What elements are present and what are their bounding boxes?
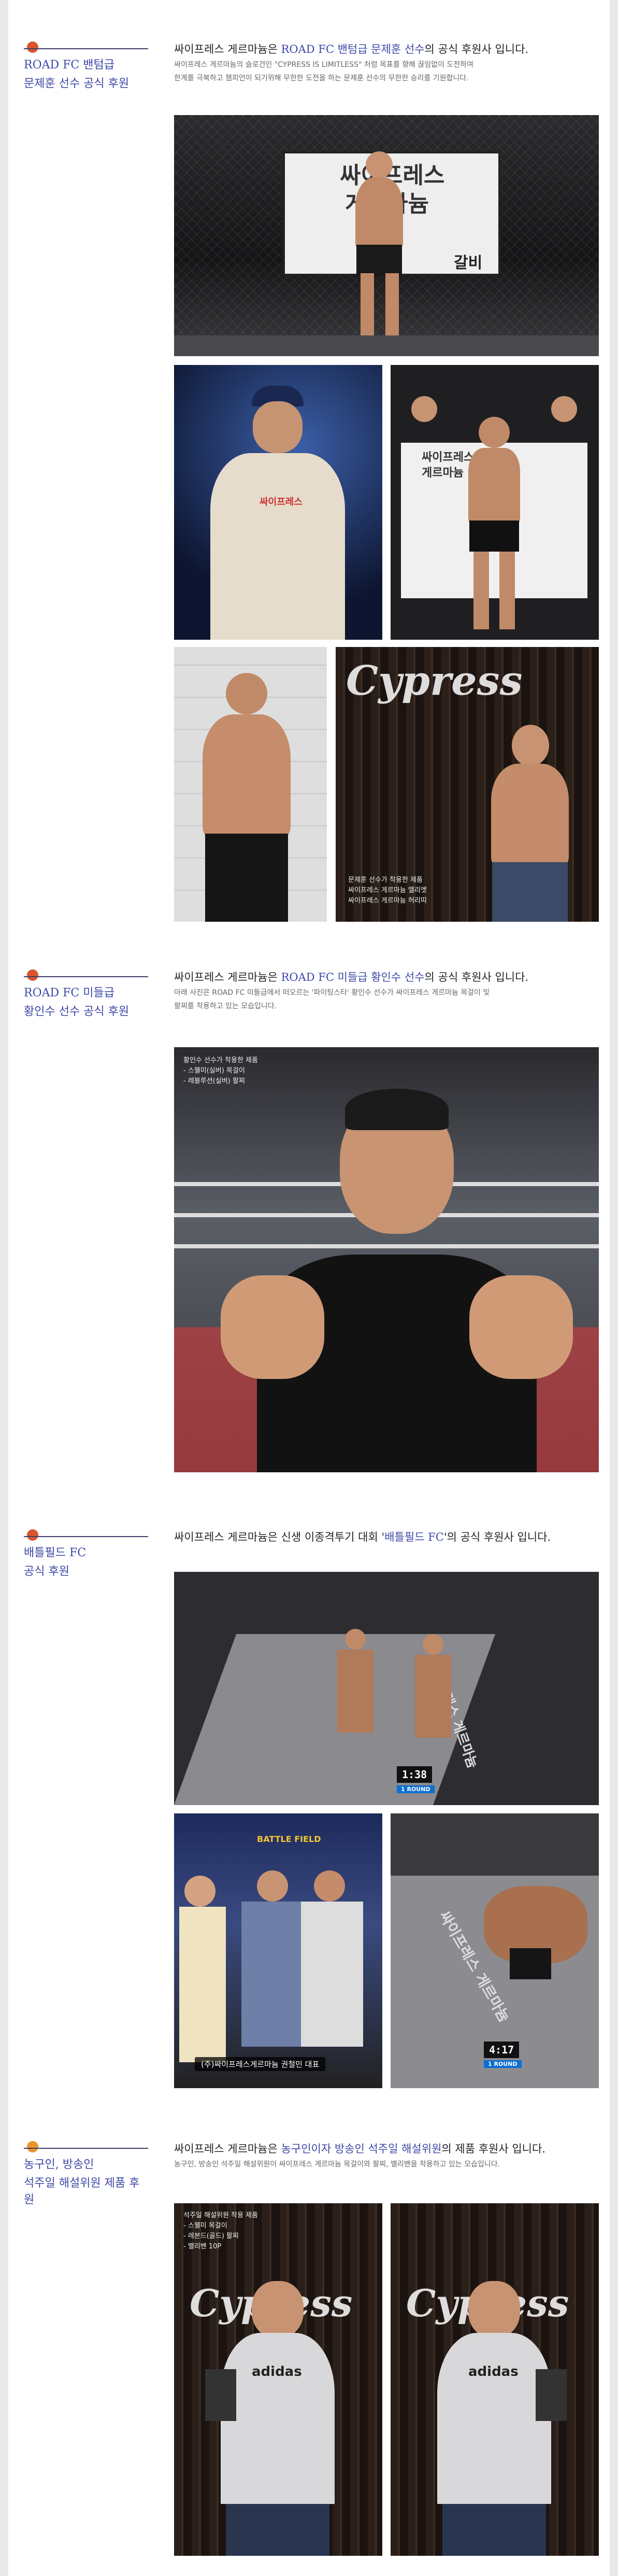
shirt-brand: adidas <box>468 2364 519 2380</box>
cypress-logo: Cypress <box>346 657 523 705</box>
side-title: 배틀필드 FC <box>24 1546 87 1559</box>
photo-cage-main: 싸이프레스 게르마늄 갈비 <box>174 115 599 356</box>
banner-text: 갈비 <box>454 254 483 272</box>
photo-pose-left <box>174 647 327 922</box>
headline: 싸이프레스 게르마늄은 농구인이자 방송인 석주일 해설위원의 제품 후원사 입… <box>174 2143 545 2155</box>
photo-ceremony: BATTLE FIELD (주)싸이프레스게르마늄 권철민 대표 <box>174 1813 382 2088</box>
sidebar-label: 농구인, 방송인 석주일 해설위원 제품 후원 <box>24 2141 148 2208</box>
product-caption: 문제훈 선수가 착용한 제품 싸이프레스 게르마늄 엘리엣 싸이프레스 게르마늄… <box>348 876 427 905</box>
main-content: 싸이프레스 게르마늄은 ROAD FC 미들급 황인수 선수의 공식 후원사 입… <box>174 969 599 1012</box>
page: ROAD FC 밴텀급 문제훈 선수 공식 후원 싸이프레스 게르마늄은 ROA… <box>8 0 610 2576</box>
round-label: 1 ROUND <box>397 1785 435 1793</box>
side-subtitle: 황인수 선수 공식 후원 <box>24 1005 130 1018</box>
shirt-brand: adidas <box>252 2364 302 2380</box>
fight-timer: 1:38 <box>397 1766 433 1783</box>
photo-cypress-wall: Cypress 문제훈 선수가 착용한 제품 싸이프레스 게르마늄 엘리엣 싸이… <box>336 647 599 922</box>
description-line: 싸이프레스 게르마늄의 슬로건인 "CYPRESS IS LIMITLESS" … <box>174 61 473 69</box>
glove-icon <box>24 1529 148 1543</box>
section-hwang-insu: ROAD FC 미들급 황인수 선수 공식 후원 싸이프레스 게르마늄은 ROA… <box>8 969 610 1488</box>
description-line: 농구인, 방송인 석주일 해설위원이 싸이프레스 게르마늄 목걸이와 팔찌, 밸… <box>174 2160 500 2169</box>
side-subtitle: 석주일 해설위원 제품 후원 <box>24 2177 140 2206</box>
main-content: 싸이프레스 게르마늄은 신생 이종격투기 대회 '배틀필드 FC'의 공식 후원… <box>174 1529 599 1545</box>
description-line: 팔찌를 착용하고 있는 모습입니다. <box>174 1002 277 1010</box>
banner-text: 싸이프레스 <box>422 451 475 464</box>
photo-banner-pose: 싸이프레스 게르마늄 <box>391 365 599 640</box>
photo-fight-cage: 싸이프레스 게르마늄 1:38 1 ROUND <box>174 1572 599 1805</box>
photo-gym-selfie: 황인수 선수가 착용한 제품 - 스웰미(실버) 목걸이 - 레볼루션(실버) … <box>174 1047 599 1472</box>
photo-walkout: 싸이프레스 <box>174 365 382 640</box>
side-title: 농구인, 방송인 <box>24 2158 94 2171</box>
side-subtitle: 문제훈 선수 공식 후원 <box>24 77 130 90</box>
side-title: ROAD FC 미들급 <box>24 987 114 1000</box>
section-moon-jehun: ROAD FC 밴텀급 문제훈 선수 공식 후원 싸이프레스 게르마늄은 ROA… <box>8 41 610 923</box>
main-content: 싸이프레스 게르마늄은 ROAD FC 밴텀급 문제훈 선수의 공식 후원사 입… <box>174 41 599 84</box>
sidebar-label: 배틀필드 FC 공식 후원 <box>24 1529 148 1580</box>
side-subtitle: 공식 후원 <box>24 1565 69 1578</box>
description-line: 아래 사진은 ROAD FC 미들급에서 떠오르는 '파이팅스타' 황인수 선수… <box>174 989 490 997</box>
product-caption: 석주일 해설위원 착용 제품 - 스웰미 목걸이 - 레본드(골드) 팔찌 - … <box>183 2212 258 2250</box>
basketball-icon <box>24 2141 148 2155</box>
banner-caption: (주)싸이프레스게르마늄 권철민 대표 <box>195 2057 326 2071</box>
banner-text: 게르마늄 <box>422 467 464 480</box>
photo-ground-fight: 싸이프레스 게르마늄 4:17 1 ROUND <box>391 1813 599 2088</box>
headline: 싸이프레스 게르마늄은 ROAD FC 미들급 황인수 선수의 공식 후원사 입… <box>174 971 529 983</box>
section-seok-juil: 농구인, 방송인 석주일 해설위원 제품 후원 싸이프레스 게르마늄은 농구인이… <box>8 2141 610 2571</box>
headline: 싸이프레스 게르마늄은 ROAD FC 밴텀급 문제훈 선수의 공식 후원사 입… <box>174 43 529 55</box>
description-line: 한계를 극복하고 챔피언이 되기위해 무한한 도전을 하는 문제훈 선수의 무한… <box>174 74 469 82</box>
shirt-text: 싸이프레스 <box>260 497 303 508</box>
round-label: 1 ROUND <box>484 2060 522 2068</box>
photo-seok-right: Cypress adidas <box>391 2203 599 2556</box>
event-brand: BATTLE FIELD <box>257 1834 321 1844</box>
main-content: 싸이프레스 게르마늄은 농구인이자 방송인 석주일 해설위원의 제품 후원사 입… <box>174 2141 599 2170</box>
section-battlefield-fc: 배틀필드 FC 공식 후원 싸이프레스 게르마늄은 신생 이종격투기 대회 '배… <box>8 1529 610 2100</box>
headline: 싸이프레스 게르마늄은 신생 이종격투기 대회 '배틀필드 FC'의 공식 후원… <box>174 1531 551 1543</box>
sidebar-label: ROAD FC 밴텀급 문제훈 선수 공식 후원 <box>24 41 148 92</box>
glove-icon <box>24 41 148 55</box>
photo-seok-left: Cypress adidas 석주일 해설위원 착용 제품 - 스웰미 목걸이 … <box>174 2203 382 2556</box>
product-caption: 황인수 선수가 착용한 제품 - 스웰미(실버) 목걸이 - 레볼루션(실버) … <box>183 1057 258 1085</box>
glove-icon <box>24 969 148 983</box>
fight-timer: 4:17 <box>484 2042 520 2058</box>
sidebar-label: ROAD FC 미들급 황인수 선수 공식 후원 <box>24 969 148 1020</box>
side-title: ROAD FC 밴텀급 <box>24 59 114 72</box>
